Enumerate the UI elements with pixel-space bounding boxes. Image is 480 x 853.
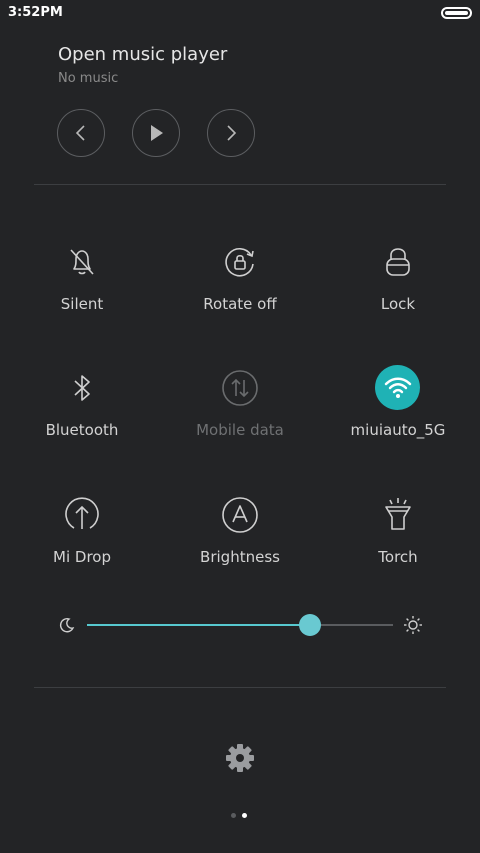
music-subtitle: No music (58, 71, 119, 86)
tile-silent[interactable]: Silent (7, 238, 157, 313)
music-player-info[interactable]: Open music player No music (58, 44, 227, 86)
wifi-icon (374, 364, 422, 412)
tile-label: miuiauto_5G (350, 421, 446, 439)
status-time: 3:52PM (8, 5, 63, 20)
next-icon (227, 125, 237, 141)
previous-icon (75, 125, 85, 141)
tile-label: Silent (60, 295, 104, 313)
tile-label: Mi Drop (53, 548, 111, 566)
bell-off-icon (58, 238, 106, 286)
rotate-lock-icon (216, 238, 264, 286)
tile-mi-drop[interactable]: Mi Drop (7, 491, 157, 566)
auto-brightness-icon (216, 491, 264, 539)
music-title[interactable]: Open music player (58, 44, 227, 65)
mi-drop-icon (58, 491, 106, 539)
tile-rotate[interactable]: Rotate off (165, 238, 315, 313)
tile-torch[interactable]: Torch (323, 491, 473, 566)
divider (34, 184, 446, 185)
page-dot (242, 813, 247, 818)
sun-icon (404, 616, 422, 634)
moon-icon (59, 618, 75, 633)
tile-brightness[interactable]: Brightness (165, 491, 315, 566)
brightness-slider[interactable] (57, 612, 423, 638)
tile-mobile-data[interactable]: Mobile data (165, 364, 315, 439)
tile-label: Lock (380, 295, 416, 313)
tile-label: Torch (378, 548, 418, 566)
status-bar: 3:52PM (0, 0, 480, 28)
tile-label: Bluetooth (45, 421, 119, 439)
torch-icon (374, 491, 422, 539)
tile-label: Brightness (200, 548, 280, 566)
page-dot (231, 813, 236, 818)
tile-label: Mobile data (196, 421, 284, 439)
tile-lock[interactable]: Lock (323, 238, 473, 313)
tile-wifi[interactable]: miuiauto_5G (323, 364, 473, 439)
battery-full-icon (441, 7, 472, 19)
play-icon (151, 125, 163, 141)
gear-icon (226, 744, 254, 772)
settings-button[interactable] (224, 742, 256, 774)
brightness-track-fill (87, 624, 310, 626)
previous-track-button[interactable] (57, 109, 105, 157)
page-indicator (228, 812, 252, 820)
tile-label: Rotate off (203, 295, 277, 313)
mobile-data-icon (216, 364, 264, 412)
tile-bluetooth[interactable]: Bluetooth (7, 364, 157, 439)
play-button[interactable] (132, 109, 180, 157)
next-track-button[interactable] (207, 109, 255, 157)
lock-icon (374, 238, 422, 286)
brightness-thumb[interactable] (299, 614, 321, 636)
bluetooth-icon (58, 364, 106, 412)
divider (34, 687, 446, 688)
